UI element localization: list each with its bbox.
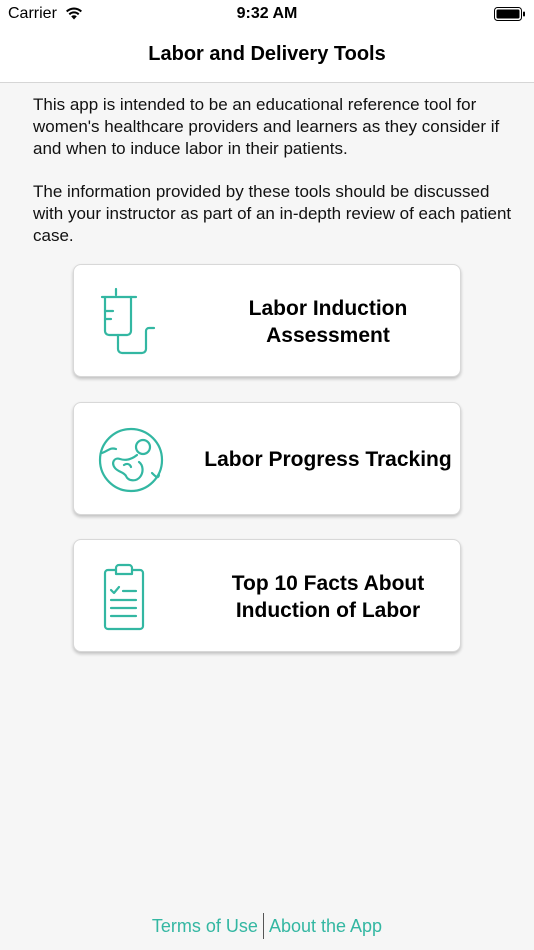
battery-icon: [494, 7, 525, 21]
iv-drip-icon: [100, 287, 156, 355]
card-label: Labor Progress Tracking: [204, 448, 452, 471]
footer: Terms of Use About the App: [0, 912, 534, 940]
page-title: Labor and Delivery Tools: [148, 43, 386, 65]
screen: Carrier 9:32 AM Labor and Delivery Tools…: [0, 0, 534, 950]
clipboard-checklist-icon: [103, 563, 145, 631]
labor-induction-assessment-button[interactable]: Labor Induction Assessment: [73, 264, 461, 377]
top-10-facts-button[interactable]: Top 10 Facts About Induction of Labor: [73, 539, 461, 652]
status-time: 9:32 AM: [236, 5, 298, 22]
status-bar: Carrier 9:32 AM: [0, 0, 534, 28]
card-label: Top 10 Facts About Induction of Labor: [231, 571, 425, 622]
fetus-icon: [98, 427, 164, 493]
intro-paragraph-2: The information provided by these tools …: [33, 182, 512, 245]
labor-progress-tracking-button[interactable]: Labor Progress Tracking: [73, 402, 461, 515]
card-label: Labor Induction Assessment: [248, 296, 408, 347]
navigation-bar: Labor and Delivery Tools: [0, 28, 534, 83]
terms-of-use-link[interactable]: Terms of Use: [147, 916, 263, 937]
intro-text: This app is intended to be an educationa…: [33, 94, 513, 247]
intro-paragraph-1: This app is intended to be an educationa…: [33, 95, 500, 158]
about-the-app-link[interactable]: About the App: [264, 916, 387, 937]
